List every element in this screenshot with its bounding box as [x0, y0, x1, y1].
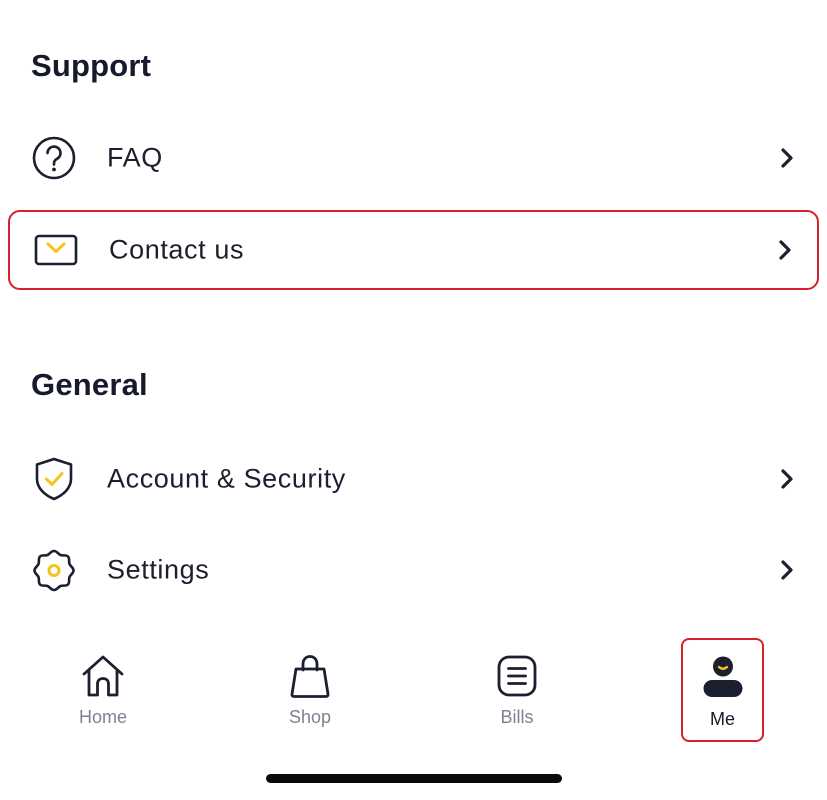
support-section-title: Support [31, 48, 152, 83]
chevron-right-icon [777, 558, 797, 582]
tab-me-label: Me [709, 709, 735, 729]
user-icon [699, 654, 747, 702]
faq-label: FAQ [107, 142, 163, 173]
shopping-bag-icon [286, 652, 334, 700]
account-security-row[interactable]: Account & Security [8, 439, 819, 519]
shield-check-icon [30, 455, 78, 503]
tab-shop[interactable]: Shop [268, 636, 352, 742]
question-circle-icon [30, 134, 78, 182]
tab-home[interactable]: Home [61, 636, 145, 742]
tab-bills[interactable]: Bills [475, 636, 559, 742]
general-section-title: General [31, 367, 148, 402]
tab-home-label: Home [78, 707, 127, 727]
gear-icon [30, 546, 78, 594]
account-security-label: Account & Security [107, 463, 346, 494]
contact-us-label: Contact us [109, 234, 245, 265]
home-indicator [266, 774, 562, 783]
chevron-right-icon [775, 238, 795, 262]
tab-shop-label: Shop [288, 707, 332, 727]
settings-row[interactable]: Settings [8, 530, 819, 610]
chevron-right-icon [777, 467, 797, 491]
chevron-right-icon [777, 146, 797, 170]
faq-row[interactable]: FAQ [8, 118, 819, 198]
bill-icon [493, 652, 541, 700]
settings-label: Settings [107, 554, 210, 585]
envelope-icon [32, 226, 80, 274]
bottom-tab-bar: Home Shop Bills Me [0, 636, 827, 746]
contact-us-row[interactable]: Contact us [8, 210, 819, 290]
home-icon [79, 652, 127, 700]
tab-me[interactable]: Me [681, 638, 764, 742]
tab-bills-label: Bills [500, 707, 534, 727]
